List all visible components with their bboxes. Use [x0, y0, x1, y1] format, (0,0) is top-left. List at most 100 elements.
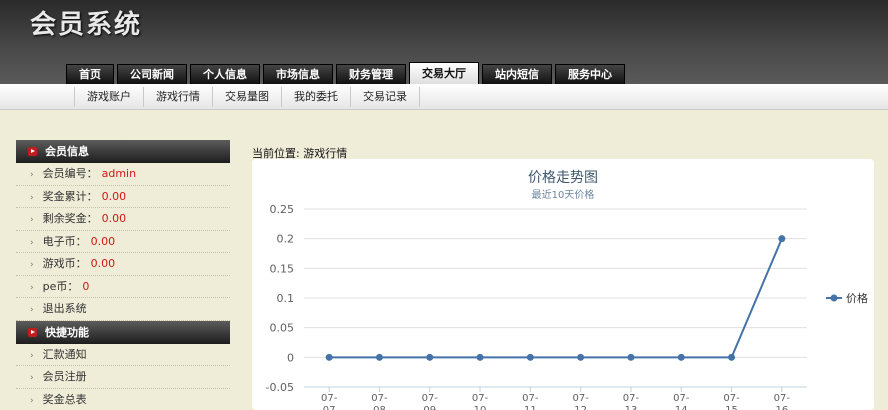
subnav-trade-records[interactable]: 交易记录 — [351, 87, 420, 107]
arrow-right-icon: › — [30, 215, 34, 225]
member-info-title: 会员信息 — [45, 145, 89, 158]
y-tick-label: 0 — [287, 351, 294, 364]
bonus-remaining-label: 剩余奖金： — [42, 212, 98, 225]
bonus-total-value: 0.00 — [101, 189, 127, 203]
x-tick-label: 11 — [524, 405, 537, 410]
shortcuts-title: 快捷功能 — [45, 325, 89, 339]
x-tick-label: 07- — [472, 393, 489, 404]
e-coin-label: 电子币： — [42, 234, 87, 248]
arrow-right-icon: › — [30, 192, 34, 203]
x-tick-label: 16 — [775, 405, 788, 410]
x-tick-label: 07- — [572, 393, 589, 404]
x-tick-label: 07- — [522, 393, 539, 404]
main-nav: 首页 公司新闻 个人信息 市场信息 财务管理 交易大厅 站内短信 服务中心 — [66, 62, 625, 84]
price-line-chart: 0.250.20.150.10.050-0.0507-0707-0807-090… — [266, 203, 868, 410]
y-tick-label: 0.05 — [270, 322, 295, 335]
site-title: 会员系统 — [30, 10, 143, 40]
data-point — [778, 235, 786, 243]
logout-label: 退出系统 — [42, 302, 87, 315]
member-id-label: 会员编号： — [42, 167, 98, 180]
y-tick-label: 0.15 — [270, 262, 295, 275]
data-point — [476, 353, 484, 361]
member-id-value: admin — [101, 167, 137, 180]
shortcut-bonus-summary[interactable]: › 奖金总表 — [16, 389, 230, 410]
bonus-total-row: › 奖金累计： 0.00 — [16, 186, 230, 208]
x-tick-label: 07- — [774, 393, 791, 404]
shortcut-label: 汇款通知 — [42, 347, 87, 361]
nav-tab-personal-info[interactable]: 个人信息 — [190, 64, 260, 84]
shortcut-member-register[interactable]: › 会员注册 — [16, 366, 230, 389]
x-tick-label: 13 — [625, 405, 638, 410]
nav-tab-finance[interactable]: 财务管理 — [336, 64, 406, 84]
e-coin-row: › 电子币： 0.00 — [16, 231, 230, 253]
x-tick-label: 07- — [673, 393, 690, 404]
x-tick-label: 10 — [474, 405, 487, 410]
y-tick-label: 0.2 — [277, 233, 295, 246]
shortcuts-list: › 汇款通知 › 会员注册 › 奖金总表 — [16, 344, 230, 410]
x-tick-label: 07- — [723, 393, 740, 404]
shortcut-label: 会员注册 — [42, 370, 87, 383]
x-tick-label: 12 — [574, 405, 587, 410]
bonus-remaining-value: 0.00 — [101, 212, 127, 225]
shortcut-label: 奖金总表 — [42, 392, 87, 406]
bonus-remaining-row: › 剩余奖金： 0.00 — [16, 208, 230, 231]
nav-tab-market-info[interactable]: 市场信息 — [263, 64, 333, 84]
arrow-right-icon: › — [30, 170, 34, 180]
x-tick-label: 08 — [373, 405, 386, 410]
sidebar: 会员信息 › 会员编号： admin › 奖金累计： 0.00 › 剩余奖金： 0.00 ›… — [16, 140, 230, 410]
shortcuts-header: 快捷功能 — [16, 320, 230, 344]
member-info-list: › 会员编号： admin › 奖金累计： 0.00 › 剩余奖金： 0.00 › 电子币： 0… — [16, 163, 230, 321]
arrow-right-icon: › — [30, 395, 34, 406]
game-coin-label: 游戏币： — [42, 257, 87, 270]
sub-nav: 游戏账户 游戏行情 交易量图 我的委托 交易记录 — [0, 84, 888, 110]
e-coin-value: 0.00 — [90, 234, 116, 248]
arrow-right-icon: › — [30, 282, 34, 293]
subnav-game-quotes[interactable]: 游戏行情 — [144, 87, 213, 107]
data-point — [577, 353, 585, 361]
nav-tab-messages[interactable]: 站内短信 — [482, 64, 552, 84]
member-id-row: › 会员编号： admin — [16, 163, 230, 186]
x-tick-label: 07- — [623, 393, 640, 404]
data-point — [627, 353, 635, 361]
arrow-right-icon: › — [30, 260, 34, 270]
data-point — [677, 353, 685, 361]
arrow-right-icon: › — [30, 350, 34, 361]
pe-coin-label: pe币： — [42, 279, 79, 293]
logout-link[interactable]: › 退出系统 — [16, 298, 230, 321]
x-tick-label: 07 — [323, 405, 336, 410]
member-info-header: 会员信息 — [16, 140, 230, 163]
nav-tab-trading-hall[interactable]: 交易大厅 — [409, 62, 479, 84]
data-point — [375, 353, 383, 361]
bonus-total-label: 奖金累计： — [42, 189, 98, 203]
x-tick-label: 07- — [422, 393, 439, 404]
subnav-my-orders[interactable]: 我的委托 — [282, 87, 351, 107]
subnav-volume-chart[interactable]: 交易量图 — [213, 87, 282, 107]
shortcut-remit-notice[interactable]: › 汇款通知 — [16, 344, 230, 366]
nav-tab-home[interactable]: 首页 — [66, 64, 114, 84]
data-point — [526, 353, 534, 361]
play-bullet-icon — [28, 147, 37, 156]
legend-label: 价格 — [846, 291, 868, 305]
x-tick-label: 07- — [371, 393, 388, 404]
play-bullet-icon — [28, 327, 37, 337]
data-point — [728, 353, 736, 361]
arrow-right-icon: › — [30, 305, 34, 315]
data-point — [325, 353, 333, 361]
header: 会员系统 首页 公司新闻 个人信息 市场信息 财务管理 交易大厅 站内短信 服务… — [0, 0, 888, 84]
game-coin-row: › 游戏币： 0.00 — [16, 253, 230, 276]
game-coin-value: 0.00 — [90, 257, 116, 270]
x-tick-label: 09 — [423, 405, 436, 410]
y-tick-label: -0.05 — [266, 381, 294, 394]
data-point — [426, 353, 434, 361]
x-tick-label: 15 — [725, 405, 738, 410]
y-tick-label: 0.1 — [277, 292, 295, 305]
price-chart-panel: 价格走势图 最近10天价格 0.25 0.2 0.15 0.1 0.05 0 -0.05 07… — [252, 159, 874, 410]
arrow-right-icon: › — [30, 373, 34, 383]
y-tick-label: 0.25 — [270, 203, 295, 216]
x-tick-label: 14 — [675, 405, 688, 410]
arrow-right-icon: › — [30, 237, 34, 248]
pe-coin-value: 0 — [82, 279, 90, 293]
subnav-game-account[interactable]: 游戏账户 — [74, 87, 144, 107]
nav-tab-company-news[interactable]: 公司新闻 — [117, 64, 187, 84]
nav-tab-service[interactable]: 服务中心 — [555, 64, 625, 84]
